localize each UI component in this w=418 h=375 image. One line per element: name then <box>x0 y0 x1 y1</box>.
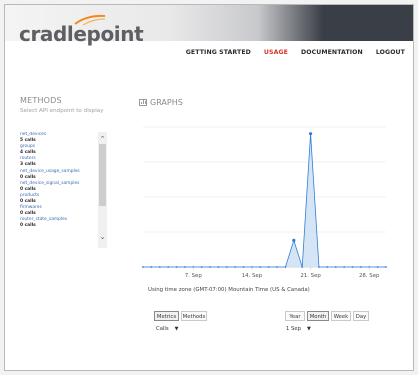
graphs-title: GRAPHS <box>150 98 183 107</box>
series-line <box>143 133 386 268</box>
list-item[interactable]: groups 4 calls <box>20 144 98 156</box>
list-item[interactable]: products 0 calls <box>20 193 98 205</box>
data-point <box>301 266 304 268</box>
methods-scrollbar[interactable]: ⌃ ⌄ <box>98 132 107 248</box>
list-item[interactable]: routers 3 calls <box>20 156 98 168</box>
day-button[interactable]: Day <box>353 311 369 321</box>
methods-toggle-button[interactable]: Methods <box>181 311 207 321</box>
data-point <box>376 266 379 268</box>
metrics-toggle-button[interactable]: Metrics <box>154 311 179 321</box>
nav-getting-started[interactable]: GETTING STARTED <box>186 49 251 56</box>
app-window: cradlepoint GETTING STARTED USAGE DOCUME… <box>4 4 414 371</box>
data-point <box>284 266 287 268</box>
data-point <box>385 266 387 268</box>
scroll-down-icon[interactable]: ⌄ <box>98 234 107 241</box>
data-point <box>142 266 144 268</box>
data-point <box>267 266 270 268</box>
chevron-down-icon: ▼ <box>174 326 179 332</box>
x-tick-label: 21. Sep <box>300 273 321 279</box>
data-point <box>234 266 237 268</box>
timezone-note: Using time zone (GMT-07:00) Mountain Tim… <box>148 287 310 293</box>
nav-usage[interactable]: USAGE <box>264 49 288 56</box>
list-item[interactable]: net_device_signal_samples 0 calls <box>20 181 98 193</box>
year-button[interactable]: Year <box>285 311 305 321</box>
data-point <box>242 266 245 268</box>
date-select-value: 1 Sep <box>286 326 302 332</box>
data-point <box>292 238 296 242</box>
list-item[interactable]: firmwares 0 calls <box>20 205 98 217</box>
x-tick-label: 7. Sep <box>185 273 203 279</box>
list-item[interactable]: router_state_samples 0 calls <box>20 217 98 229</box>
nav-logout[interactable]: LOGOUT <box>376 49 405 56</box>
chevron-down-icon: ▼ <box>307 326 311 332</box>
bar-chart-icon <box>139 99 147 106</box>
data-point <box>308 132 313 136</box>
data-point <box>225 266 228 268</box>
data-point <box>276 266 278 268</box>
series-area <box>143 133 386 267</box>
data-point <box>318 266 320 268</box>
month-button[interactable]: Month <box>307 311 329 321</box>
data-point <box>167 266 170 268</box>
usage-chart: 7. Sep 14. Sep 21. Sep 28. Sep <box>142 126 387 279</box>
data-point <box>217 266 220 268</box>
data-point <box>158 266 161 268</box>
methods-subtitle: Select API endpoint to display <box>20 108 104 114</box>
scroll-thumb[interactable] <box>99 144 106 206</box>
data-point <box>175 266 178 268</box>
method-calls: 0 calls <box>20 223 36 229</box>
methods-list[interactable]: net_devices 5 calls groups 4 calls routers… <box>20 132 108 248</box>
week-button[interactable]: Week <box>331 311 351 321</box>
list-item[interactable]: net_devices 5 calls <box>20 132 98 144</box>
data-point <box>359 266 362 268</box>
data-point <box>209 266 211 268</box>
list-item[interactable]: net_device_usage_samples 0 calls <box>20 169 98 181</box>
methods-heading: METHODS <box>20 96 62 105</box>
data-point <box>259 266 262 268</box>
data-point <box>200 266 203 268</box>
scroll-up-icon[interactable]: ⌃ <box>98 136 107 143</box>
data-point <box>150 266 153 268</box>
data-point <box>183 266 186 268</box>
methods-list-items: net_devices 5 calls groups 4 calls routers… <box>20 132 98 230</box>
graphs-heading: GRAPHS <box>139 98 183 107</box>
data-point <box>343 266 346 268</box>
x-tick-label: 28. Sep <box>359 273 380 279</box>
main-nav: GETTING STARTED USAGE DOCUMENTATION LOGO… <box>173 49 405 56</box>
metric-select-value: Calls <box>156 326 169 332</box>
nav-documentation[interactable]: DOCUMENTATION <box>301 49 363 56</box>
x-tick-label: 14. Sep <box>242 273 263 279</box>
date-select[interactable]: 1 Sep ▼ <box>286 324 311 334</box>
metric-select[interactable]: Calls ▼ <box>156 324 179 334</box>
logo-swoosh-icon <box>74 14 106 26</box>
data-point <box>326 266 329 268</box>
data-point <box>351 266 354 268</box>
data-point <box>334 266 337 268</box>
